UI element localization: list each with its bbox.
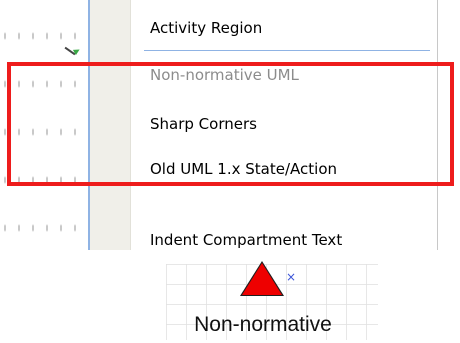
menu-separator bbox=[144, 50, 430, 51]
menu-item-label: Activity Region bbox=[150, 19, 263, 37]
preview-label: Non-normative bbox=[194, 313, 332, 336]
menu-item-indent-compartment-text[interactable]: Indent Compartment Text bbox=[130, 223, 450, 250]
anchor-marker-icon: × bbox=[286, 270, 297, 284]
menu-item-label: Indent Compartment Text bbox=[150, 231, 343, 249]
menu-item-activity-region[interactable]: Activity Region bbox=[130, 8, 450, 48]
highlight-box bbox=[7, 62, 454, 186]
triangle-shape-icon[interactable] bbox=[242, 263, 282, 295]
